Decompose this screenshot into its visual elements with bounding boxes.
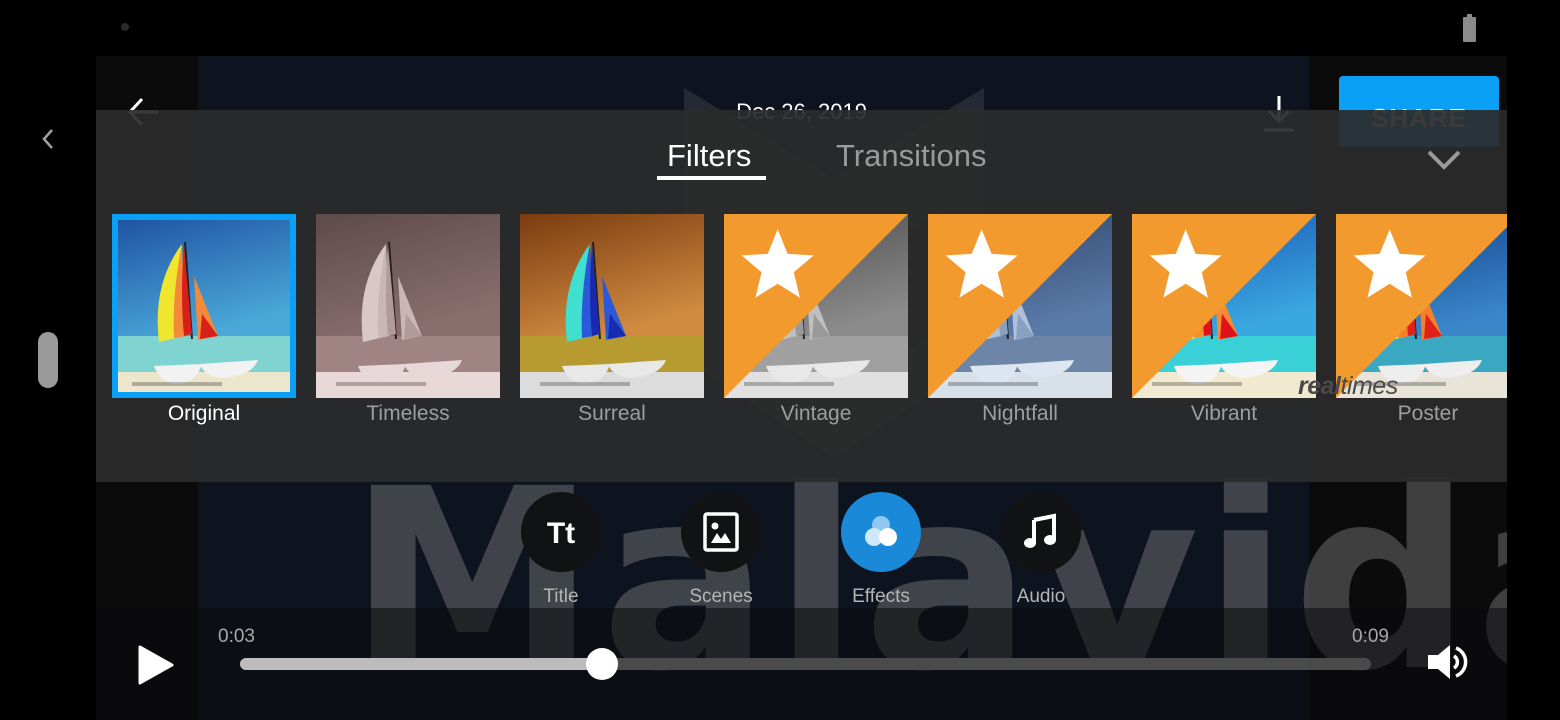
filter-item-timeless[interactable]: Timeless [316, 214, 500, 426]
filter-thumbnail[interactable] [1132, 214, 1316, 398]
editor-tools: Tt Title Scenes Effects Audio [96, 492, 1507, 612]
filter-label: Vibrant [1190, 402, 1258, 425]
music-note-icon [1001, 492, 1081, 572]
filter-item-nightfall[interactable]: Nightfall [928, 214, 1112, 426]
filter-thumbnail[interactable] [724, 214, 908, 398]
title-text-icon: Tt [521, 492, 601, 572]
premium-star-icon [1336, 214, 1507, 398]
filter-thumbnail[interactable] [928, 214, 1112, 398]
filter-item-original[interactable]: Original [112, 214, 296, 426]
svg-text:Tt: Tt [547, 517, 575, 550]
premium-star-icon [724, 214, 908, 398]
tab-filters[interactable]: Filters [667, 138, 751, 174]
filter-thumbnail[interactable] [316, 214, 500, 398]
video-editor: Malavida Dec 26, 2019 SHARE Filters Tran… [96, 56, 1507, 720]
tool-label: Scenes [689, 586, 753, 607]
filter-thumbnail[interactable] [1336, 214, 1507, 398]
total-time: 0:09 [1352, 626, 1389, 647]
playback-bar: 0:03 0:09 [96, 608, 1507, 720]
system-back-icon[interactable] [36, 124, 60, 154]
filter-item-surreal[interactable]: Surreal [520, 214, 704, 426]
filter-label: Vintage [780, 402, 852, 425]
filter-label: Nightfall [982, 402, 1058, 425]
filter-item-vibrant[interactable]: Vibrant [1132, 214, 1316, 426]
volume-icon [1428, 645, 1468, 679]
seek-bar-progress [240, 658, 602, 670]
filter-label: Surreal [578, 402, 646, 425]
premium-star-icon [928, 214, 1112, 398]
filter-thumbnail[interactable] [520, 214, 704, 398]
image-icon [681, 492, 761, 572]
filter-list[interactable]: Original Timeless Surreal Vintage Nightf… [112, 214, 1507, 444]
filter-item-vintage[interactable]: Vintage [724, 214, 908, 426]
camera-dot [121, 23, 129, 31]
filter-label: Original [167, 402, 241, 425]
play-button[interactable] [136, 644, 176, 686]
panel-tabs: Filters Transitions [96, 110, 1507, 190]
tool-label: Effects [852, 586, 910, 607]
tab-transitions[interactable]: Transitions [836, 138, 986, 174]
tool-label: Audio [1016, 586, 1066, 607]
collapse-panel-button[interactable] [1426, 148, 1462, 172]
filter-label: Poster [1397, 402, 1459, 425]
filter-thumbnail[interactable] [112, 214, 296, 398]
realtimes-watermark: realtimes [1298, 372, 1398, 400]
effects-circles-icon [841, 492, 921, 572]
tool-effects-button[interactable]: Effects [826, 492, 936, 608]
side-drag-handle[interactable] [38, 332, 58, 388]
current-time: 0:03 [218, 626, 255, 647]
effects-panel: Filters Transitions Original Timeless Su… [96, 110, 1507, 482]
premium-star-icon [1132, 214, 1316, 398]
chevron-down-icon [1427, 150, 1461, 170]
tool-label: Title [543, 586, 579, 607]
seek-bar[interactable] [240, 648, 1371, 680]
filter-label: Timeless [366, 402, 450, 425]
battery-icon [1463, 14, 1476, 42]
tool-scenes-button[interactable]: Scenes [666, 492, 776, 608]
play-icon [138, 645, 174, 685]
tool-title-button[interactable]: Tt Title [506, 492, 616, 608]
tool-audio-button[interactable]: Audio [986, 492, 1096, 608]
active-tab-indicator [657, 176, 766, 180]
seek-bar-handle[interactable] [585, 648, 618, 680]
volume-button[interactable] [1426, 642, 1470, 682]
